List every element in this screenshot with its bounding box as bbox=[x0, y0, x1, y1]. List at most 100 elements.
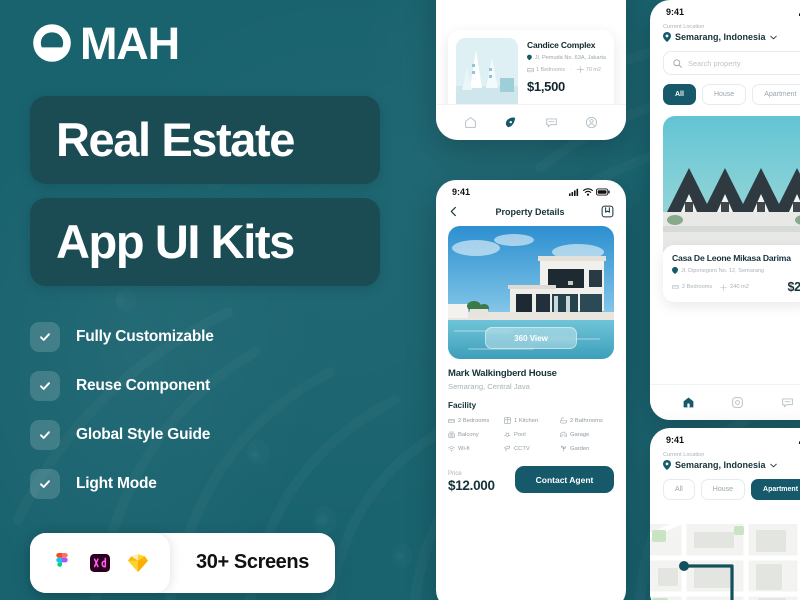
headline-pill-1: Real Estate bbox=[30, 96, 380, 184]
screens-badge: 30+ Screens bbox=[30, 532, 335, 593]
details-header: Property Details bbox=[436, 199, 626, 226]
chat-icon[interactable] bbox=[545, 116, 558, 129]
chip-all[interactable]: All bbox=[663, 84, 696, 105]
tool-icons-group bbox=[30, 532, 170, 593]
chip-house[interactable]: House bbox=[700, 479, 746, 500]
filter-chips: All House Apartment bbox=[663, 479, 800, 500]
search-icon bbox=[673, 58, 682, 68]
property-address: Jl. Pemuda No. 63A, Jakarta bbox=[527, 54, 606, 61]
search-header: Current Location Semarang, Indonesia Sea… bbox=[650, 19, 800, 105]
profile-icon[interactable] bbox=[585, 116, 598, 129]
property-price: $2, bbox=[787, 280, 800, 294]
facility-item: 1 Kitchen bbox=[504, 417, 558, 424]
bed-icon bbox=[672, 285, 679, 289]
search-input[interactable]: Search property bbox=[663, 51, 800, 75]
brand-logo: MAH bbox=[30, 18, 440, 68]
facility-item: 2 Bathrooms bbox=[560, 417, 614, 424]
location-selector[interactable]: Semarang, Indonesia bbox=[663, 460, 800, 470]
left-marketing-column: MAH Real Estate App UI Kits Fully Custom… bbox=[0, 0, 440, 600]
figma-icon bbox=[56, 552, 68, 567]
current-location-label: Current Location bbox=[663, 452, 705, 458]
property-specs: 1 Bedrooms · 70 m2 bbox=[527, 66, 606, 73]
map-pin-icon bbox=[527, 54, 532, 61]
chip-house[interactable]: House bbox=[701, 84, 747, 105]
city-name: Semarang, Indonesia bbox=[675, 32, 766, 42]
facility-item: 2 Bedrooms bbox=[448, 417, 502, 424]
sketch-icon bbox=[128, 554, 148, 572]
explore-icon[interactable] bbox=[731, 396, 744, 409]
listing-hero-image bbox=[663, 116, 800, 261]
property-card[interactable]: Casa De Leone Mikasa Darima Jl. Diponego… bbox=[663, 245, 800, 302]
contact-agent-button[interactable]: Contact Agent bbox=[515, 466, 614, 493]
bed-icon bbox=[448, 418, 455, 423]
chip-apartment[interactable]: Apartment bbox=[752, 84, 800, 105]
screens-count-label: 30+ Screens bbox=[196, 551, 309, 574]
property-location: Semarang, Central Java bbox=[448, 382, 530, 391]
city-name: Semarang, Indonesia bbox=[675, 460, 766, 470]
cctv-icon bbox=[504, 445, 511, 452]
garden-icon bbox=[560, 445, 567, 452]
facility-grid: 2 Bedrooms 1 Kitchen 2 Bathrooms Balcony… bbox=[448, 417, 614, 452]
360-view-button[interactable]: 360 View bbox=[485, 327, 577, 349]
feature-item: Global Style Guide bbox=[30, 419, 440, 450]
home-icon[interactable] bbox=[682, 396, 695, 409]
feature-item: Light Mode bbox=[30, 468, 440, 499]
facility-item: Garden bbox=[560, 445, 614, 452]
chevron-down-icon bbox=[769, 463, 777, 467]
map-canvas[interactable] bbox=[650, 524, 800, 600]
status-time: 9:41 bbox=[452, 187, 471, 197]
property-address: Jl. Diponegoro No. 12, Semarang bbox=[672, 267, 800, 274]
area-icon bbox=[720, 283, 727, 291]
chat-icon[interactable] bbox=[781, 396, 794, 409]
price-value: $12.000 bbox=[448, 478, 495, 493]
facility-heading: Facility bbox=[448, 401, 477, 410]
feature-label: Fully Customizable bbox=[76, 327, 214, 345]
facility-item: Garage bbox=[560, 431, 614, 438]
chip-all[interactable]: All bbox=[663, 479, 695, 500]
explore-icon[interactable] bbox=[504, 116, 517, 129]
bath-icon bbox=[560, 417, 567, 424]
check-icon bbox=[30, 419, 60, 450]
facility-item: Balcony bbox=[448, 431, 502, 438]
property-spec-row: 2 Bedrooms 240 m2 $2, bbox=[672, 280, 800, 294]
search-placeholder: Search property bbox=[688, 58, 741, 68]
kitchen-icon bbox=[504, 417, 511, 424]
headline-group: Real Estate App UI Kits bbox=[30, 96, 440, 286]
property-hero-image: 360 View bbox=[448, 226, 614, 359]
property-title: Candice Complex bbox=[527, 40, 596, 50]
bed-icon bbox=[527, 67, 534, 72]
spec-area: 240 m2 bbox=[720, 283, 749, 291]
current-location-label: Current Location bbox=[663, 24, 705, 30]
status-time: 9:41 bbox=[666, 435, 685, 445]
pool-icon bbox=[504, 432, 511, 437]
status-icons bbox=[569, 188, 610, 196]
bookmark-icon[interactable] bbox=[601, 205, 614, 218]
bottom-nav bbox=[650, 384, 800, 420]
check-icon bbox=[30, 370, 60, 401]
facility-item: CCTV bbox=[504, 445, 558, 452]
brand-name: MAH bbox=[80, 17, 180, 69]
battery-icon bbox=[596, 188, 610, 196]
page-title: Property Details bbox=[495, 206, 565, 217]
garage-icon bbox=[560, 431, 567, 438]
price-block: Price $12.000 bbox=[448, 471, 495, 493]
home-icon[interactable] bbox=[464, 116, 477, 129]
check-icon bbox=[30, 321, 60, 352]
facility-item: Pool bbox=[504, 431, 558, 438]
status-bar: 9:41 bbox=[650, 428, 800, 447]
map-pin-icon bbox=[672, 267, 678, 274]
feature-label: Light Mode bbox=[76, 474, 157, 492]
chip-apartment[interactable]: Apartment bbox=[751, 479, 800, 500]
feature-label: Reuse Component bbox=[76, 376, 210, 394]
area-icon bbox=[577, 66, 584, 73]
map-pin-icon bbox=[663, 32, 671, 42]
filter-chips: All House Apartment bbox=[663, 84, 800, 105]
details-body: Mark Walkingberd House Semarang, Central… bbox=[436, 359, 626, 452]
location-selector[interactable]: Semarang, Indonesia bbox=[663, 32, 800, 42]
wifi-icon bbox=[448, 445, 455, 451]
feature-item: Reuse Component bbox=[30, 370, 440, 401]
wifi-icon bbox=[583, 188, 593, 196]
chevron-left-icon[interactable] bbox=[448, 206, 459, 217]
feature-label: Global Style Guide bbox=[76, 425, 211, 443]
property-title: Casa De Leone Mikasa Darima bbox=[672, 253, 791, 263]
